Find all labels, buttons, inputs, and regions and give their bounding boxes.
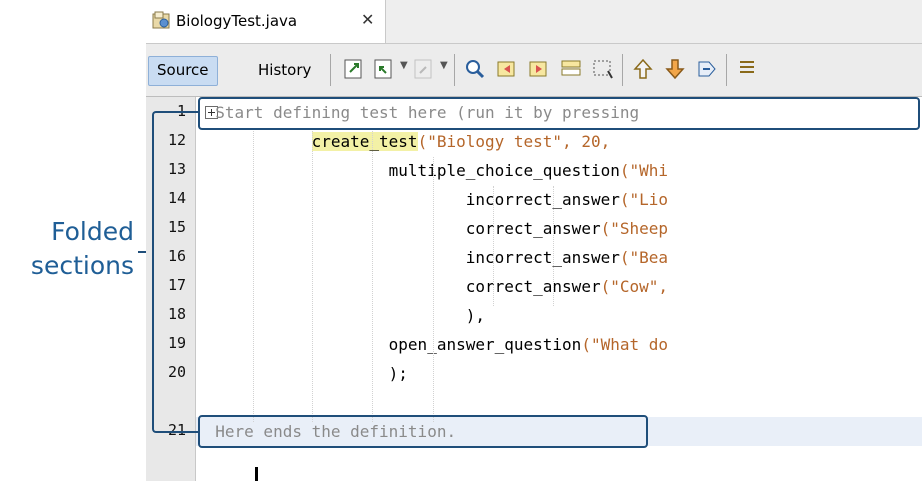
toolbar-separator: [330, 54, 331, 86]
code-line: correct_answer("Sheep: [196, 214, 922, 243]
java-file-icon: [152, 11, 170, 29]
code-args: ("Bea: [619, 248, 669, 267]
chevron-down-icon[interactable]: ▼: [440, 60, 448, 71]
indent-guide: [493, 186, 494, 306]
indent-guide: [553, 186, 554, 306]
code-line: create_test("Biology test", 20,: [196, 127, 922, 156]
tab-bar: BiologyTest.java ✕: [146, 0, 922, 44]
toggle-rect-select-icon[interactable]: [590, 56, 616, 82]
text-caret: [255, 467, 258, 481]
function-name: correct_answer: [465, 219, 601, 238]
forward-icon[interactable]: [412, 56, 438, 82]
code-line: multiple_choice_question("Whi: [196, 156, 922, 185]
function-name: create_test: [311, 132, 418, 151]
next-bookmark-icon[interactable]: [662, 56, 688, 82]
function-name: multiple_choice_question: [388, 161, 620, 180]
function-name: open_answer_question: [388, 335, 582, 354]
code-line: incorrect_answer("Bea: [196, 243, 922, 272]
indent-guide: [312, 128, 313, 422]
tab-biologytest-java[interactable]: BiologyTest.java ✕: [146, 0, 386, 43]
code-editor: BiologyTest.java ✕ Source History ▼ ▼ 1 …: [146, 0, 922, 481]
code-args: ("Cow",: [600, 277, 669, 296]
code-args: ("Lio: [619, 190, 669, 209]
toolbar-separator: [454, 54, 455, 86]
back-icon[interactable]: [372, 56, 398, 82]
editor-toolbar: Source History ▼ ▼: [146, 44, 922, 97]
callout-top-fold: [198, 97, 920, 130]
code-line: correct_answer("Cow",: [196, 272, 922, 301]
next-occurrence-icon[interactable]: [526, 56, 552, 82]
prev-bookmark-icon[interactable]: [630, 56, 656, 82]
shift-left-icon[interactable]: [734, 56, 760, 82]
history-tab-button[interactable]: History: [250, 56, 319, 84]
code-line: incorrect_answer("Lio: [196, 185, 922, 214]
indent-guide: [372, 128, 373, 422]
chevron-down-icon[interactable]: ▼: [400, 60, 408, 71]
code-args: ("Biology test", 20,: [417, 132, 611, 151]
tab-label: BiologyTest.java: [176, 12, 298, 30]
callout-gutter-bracket: [152, 111, 198, 433]
annotation-line-1: Folded: [51, 217, 134, 246]
prev-occurrence-icon[interactable]: [494, 56, 520, 82]
function-name: incorrect_answer: [465, 248, 620, 267]
indent-guide: [433, 157, 434, 422]
code-args: ("What do: [581, 335, 669, 354]
toolbar-separator: [622, 54, 623, 86]
code-args: ("Whi: [619, 161, 669, 180]
code-line: ),: [196, 301, 922, 330]
source-tab-button[interactable]: Source: [148, 56, 218, 86]
annotation-label: Folded sections: [30, 215, 134, 283]
toolbar-separator: [726, 54, 727, 86]
callout-bottom-fold: [198, 415, 648, 448]
find-icon[interactable]: [462, 56, 488, 82]
toggle-bookmark-icon[interactable]: [694, 56, 720, 82]
indent-guide: [253, 128, 254, 422]
function-name: incorrect_answer: [465, 190, 620, 209]
code-args: ("Sheep: [600, 219, 669, 238]
annotation-line-2: sections: [30, 251, 134, 280]
code-args: ),: [465, 306, 485, 325]
code-line: );: [196, 359, 922, 388]
code-args: );: [388, 364, 408, 383]
code-line: open_answer_question("What do: [196, 330, 922, 359]
last-edit-icon[interactable]: [342, 56, 368, 82]
close-icon[interactable]: ✕: [361, 10, 374, 29]
function-name: correct_answer: [465, 277, 601, 296]
toggle-highlight-icon[interactable]: [558, 56, 584, 82]
